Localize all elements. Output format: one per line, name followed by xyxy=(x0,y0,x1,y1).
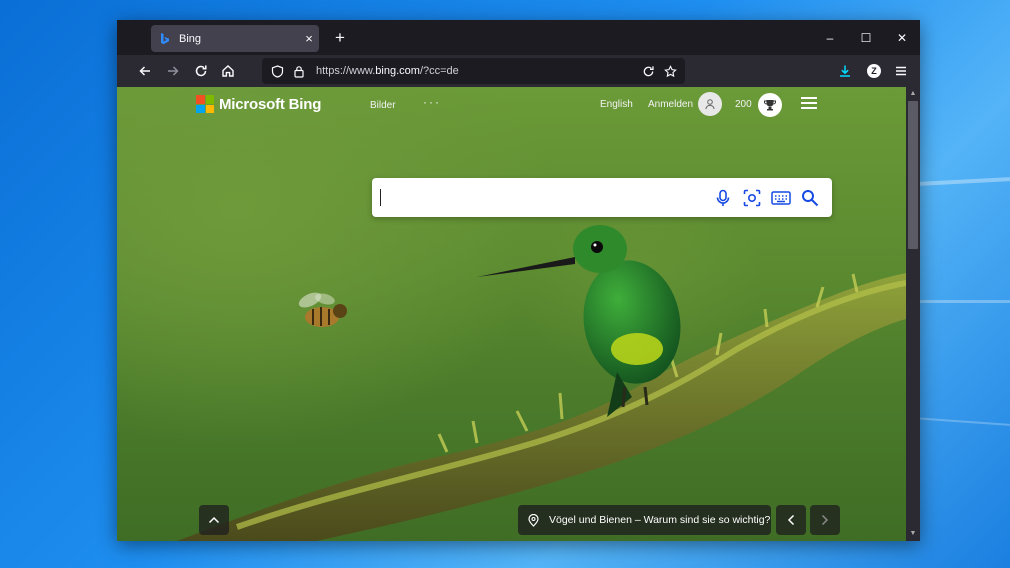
search-box[interactable] xyxy=(372,178,832,217)
tab-strip: Bing × + – ☐ ✕ xyxy=(117,20,920,55)
rewards-trophy-icon[interactable] xyxy=(758,93,782,117)
arrow-right-icon xyxy=(168,66,179,76)
bing-menu-icon[interactable] xyxy=(801,97,817,111)
browser-window: Bing × + – ☐ ✕ https://www.bing.com/?cc=… xyxy=(117,20,920,541)
scroll-up-arrow-icon[interactable]: ▲ xyxy=(906,88,920,100)
image-caption[interactable]: Vögel und Bienen – Warum sind sie so wic… xyxy=(518,505,771,535)
account-button[interactable]: Z xyxy=(862,59,886,83)
keyboard-icon[interactable] xyxy=(770,187,792,209)
reload-button[interactable] xyxy=(189,59,213,83)
bing-header: Microsoft Bing Bilder ··· English Anmeld… xyxy=(117,87,906,123)
hummingbird-background-image xyxy=(177,225,906,541)
profile-avatar-icon: Z xyxy=(867,64,881,78)
rewards-points[interactable]: 200 xyxy=(735,99,752,110)
chevron-up-icon xyxy=(208,516,220,524)
microphone-icon[interactable] xyxy=(712,187,734,209)
minimize-button[interactable]: – xyxy=(812,20,848,55)
app-menu-button[interactable] xyxy=(889,59,913,83)
new-tab-button[interactable]: + xyxy=(329,27,351,49)
back-button[interactable] xyxy=(133,59,157,83)
url-text[interactable]: https://www.bing.com/?cc=de xyxy=(316,65,637,77)
next-image-button[interactable] xyxy=(810,505,840,535)
tab-title: Bing xyxy=(179,32,202,45)
bookmark-star-icon[interactable] xyxy=(659,60,681,82)
visual-search-icon[interactable] xyxy=(741,187,763,209)
url-scheme: https://www. xyxy=(316,65,376,77)
lock-icon[interactable] xyxy=(288,60,310,82)
reader-reload-icon[interactable] xyxy=(637,60,659,82)
navigation-toolbar: https://www.bing.com/?cc=de Z xyxy=(117,55,920,87)
tab-bing[interactable]: Bing × xyxy=(151,25,319,52)
scroll-down-arrow-icon[interactable]: ▼ xyxy=(906,528,920,540)
arrow-left-icon xyxy=(139,66,150,76)
chevron-right-icon xyxy=(821,514,829,526)
user-avatar-icon[interactable] xyxy=(698,92,722,116)
bing-favicon-icon xyxy=(161,32,169,44)
microsoft-bing-logo[interactable]: Microsoft Bing xyxy=(196,95,321,113)
previous-image-button[interactable] xyxy=(776,505,806,535)
logo-text: Microsoft Bing xyxy=(219,95,322,113)
close-window-button[interactable]: ✕ xyxy=(884,20,920,55)
url-path: /?cc=de xyxy=(419,65,459,77)
window-controls: – ☐ ✕ xyxy=(812,20,920,55)
microsoft-logo-icon xyxy=(196,95,214,113)
maximize-button[interactable]: ☐ xyxy=(848,20,884,55)
forward-button[interactable] xyxy=(161,59,185,83)
url-bar[interactable]: https://www.bing.com/?cc=de xyxy=(262,58,685,84)
scrollbar-thumb[interactable] xyxy=(908,101,918,249)
chevron-left-icon xyxy=(787,514,795,526)
hamburger-menu-icon xyxy=(896,66,906,76)
home-button[interactable] xyxy=(216,59,240,83)
download-icon xyxy=(840,65,850,77)
search-input[interactable] xyxy=(380,186,700,208)
nav-link-images[interactable]: Bilder xyxy=(370,100,396,111)
url-host: bing.com xyxy=(375,65,420,77)
sign-in-link[interactable]: Anmelden xyxy=(648,99,693,110)
tracking-shield-icon[interactable] xyxy=(266,60,288,82)
page-scrollbar[interactable]: ▲ ▼ xyxy=(906,87,920,541)
search-icon[interactable] xyxy=(799,187,821,209)
scroll-up-button[interactable] xyxy=(199,505,229,535)
caption-text: Vögel und Bienen – Warum sind sie so wic… xyxy=(549,514,771,526)
downloads-button[interactable] xyxy=(833,59,857,83)
reload-icon xyxy=(195,65,207,77)
language-link[interactable]: English xyxy=(600,99,633,110)
tab-close-icon[interactable]: × xyxy=(299,31,319,46)
location-pin-icon xyxy=(521,513,545,527)
page-content: Microsoft Bing Bilder ··· English Anmeld… xyxy=(117,87,906,541)
home-icon xyxy=(222,65,234,77)
more-options-icon[interactable]: ··· xyxy=(423,95,441,109)
